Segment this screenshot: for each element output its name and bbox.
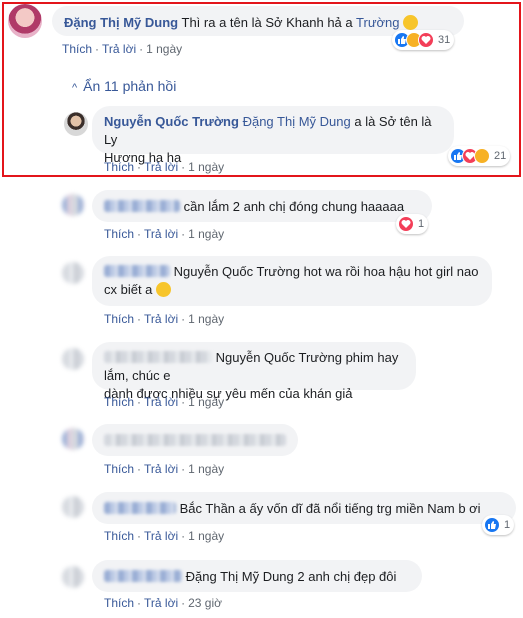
reaction-summary[interactable]: 1 [482,515,515,535]
chevron-up-icon: ^ [72,82,78,94]
reply-bubble [92,424,298,456]
timestamp[interactable]: 23 giờ [188,596,222,610]
comment-actions: Thích · Trả lời · 1 ngày [104,529,225,543]
comment-actions: Thích · Trả lời · 1 ngày [104,160,225,174]
timestamp[interactable]: 1 ngày [188,395,224,409]
comment-author[interactable]: Đặng Thị Mỹ Dung [64,15,178,30]
avatar[interactable] [62,194,84,216]
timestamp[interactable]: 1 ngày [188,312,224,326]
reply-action[interactable]: Trả lời [144,227,178,241]
love-icon [398,216,414,232]
like-action[interactable]: Thích [104,596,134,610]
comment-actions: Thích · Trả lời · 1 ngày [104,395,225,409]
timestamp[interactable]: 1 ngày [188,529,224,543]
reply-action[interactable]: Trả lời [102,42,136,56]
timestamp[interactable]: 1 ngày [188,227,224,241]
like-action[interactable]: Thích [104,160,134,174]
reply-bubble: Nguyễn Quốc Trường phim hay lắm, chúc e … [92,342,416,401]
avatar[interactable] [64,112,88,136]
reaction-count: 1 [504,519,511,531]
reply-action[interactable]: Trả lời [144,395,178,409]
reply-action[interactable]: Trả lời [144,462,178,476]
avatar[interactable] [62,262,84,284]
reaction-count: 21 [494,150,507,162]
like-action[interactable]: Thích [104,462,134,476]
reply-action[interactable]: Trả lời [144,529,178,543]
reaction-summary[interactable]: 1 [396,214,429,234]
like-icon [484,517,500,533]
comment-text: Đặng Thị Mỹ Dung 2 anh chị đẹp đôi [185,569,397,584]
reply-bubble: Nguyễn Quốc Trường hot wa rồi hoa hậu ho… [92,256,492,306]
comment-actions: Thích · Trả lời · 23 giờ [104,596,222,610]
reply-bubble: cần lắm 2 anh chị đóng chung haaaaa [92,190,432,222]
reply-bubble: Đặng Thị Mỹ Dung 2 anh chị đẹp đôi [92,560,422,592]
reply-bubble: Nguyễn Quốc Trường Đặng Thị Mỹ Dung a là… [92,106,454,165]
comment-text-cont: cx biết a [104,282,153,297]
reaction-count: 31 [438,34,451,46]
timestamp[interactable]: 1 ngày [146,42,182,56]
timestamp[interactable]: 1 ngày [188,160,224,174]
reply-bubble: Bắc Thần a ấy vốn dĩ đã nổi tiếng trg mi… [92,492,516,524]
comment-text: Nguyễn Quốc Trường hot wa rồi hoa hậu ho… [173,264,479,279]
reaction-summary[interactable]: 31 [392,30,455,50]
reply-action[interactable]: Trả lời [144,160,178,174]
comment-text: Bắc Thần a ấy vốn dĩ đã nổi tiếng trg mi… [179,501,481,516]
like-action[interactable]: Thích [104,395,134,409]
love-icon [418,32,434,48]
blurred-author [104,570,182,582]
comment-text: Thì ra a tên là Sở Khanh hả a [181,15,353,30]
blurred-author [104,200,180,212]
tagged-user[interactable]: Trường [356,15,399,30]
blurred-author [104,502,176,514]
comment-actions: Thích · Trả lời · 1 ngày [104,462,225,476]
avatar[interactable] [8,4,42,38]
haha-icon [474,148,490,164]
comment-author[interactable]: Nguyễn Quốc Trường [104,114,239,129]
like-action[interactable]: Thích [62,42,92,56]
timestamp[interactable]: 1 ngày [188,462,224,476]
hide-replies-toggle[interactable]: ^ Ẩn 11 phản hồi [72,78,176,94]
like-action[interactable]: Thích [104,529,134,543]
avatar[interactable] [62,566,84,588]
reply-action[interactable]: Trả lời [144,312,178,326]
smile-emoji-icon [156,282,172,297]
avatar[interactable] [62,496,84,518]
reaction-count: 1 [418,218,425,230]
laughing-emoji-icon [403,15,419,30]
like-action[interactable]: Thích [104,312,134,326]
reaction-summary[interactable]: 21 [448,146,511,166]
comment-actions: Thích · Trả lời · 1 ngày [62,42,183,56]
comment-actions: Thích · Trả lời · 1 ngày [104,312,225,326]
hide-replies-label: Ẩn 11 phản hồi [83,78,177,94]
blurred-author [104,265,170,277]
comment-text: cần lắm 2 anh chị đóng chung haaaaa [183,199,405,214]
blurred-content [104,434,286,446]
avatar[interactable] [62,348,84,370]
like-action[interactable]: Thích [104,227,134,241]
reply-action[interactable]: Trả lời [144,596,178,610]
tagged-user[interactable]: Đặng Thị Mỹ Dung [243,114,351,129]
avatar[interactable] [62,428,84,450]
comment-actions: Thích · Trả lời · 1 ngày [104,227,225,241]
blurred-author [104,351,212,363]
